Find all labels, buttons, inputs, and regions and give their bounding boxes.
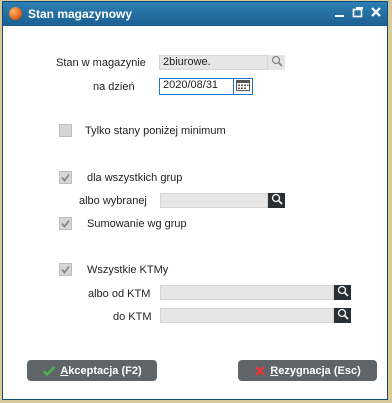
close-icon[interactable] — [369, 6, 383, 20]
minimize-icon[interactable] — [333, 6, 347, 20]
accept-button[interactable]: Akceptacja (F2) — [27, 360, 157, 381]
cancel-label: Rezygnacja (Esc) — [270, 364, 361, 377]
checkmark-icon — [42, 365, 56, 377]
maximize-icon[interactable] — [351, 6, 365, 20]
min-only-checkbox[interactable] — [59, 124, 72, 137]
group-field[interactable] — [160, 193, 268, 208]
search-icon — [271, 193, 283, 208]
stan-field[interactable]: 2biurowe. — [159, 55, 268, 70]
calendar-button[interactable] — [234, 78, 253, 95]
dialog-content: Stan w magazynie 2biurowe. na dzień 2020… — [3, 26, 387, 399]
title-bar: Stan magazynowy — [3, 2, 387, 26]
from-ktm-search-button[interactable] — [334, 285, 351, 300]
close-icon — [254, 365, 266, 377]
date-field[interactable]: 2020/08/31 — [159, 78, 234, 95]
stan-magazynowy-window: Stan magazynowy Stan w magazynie 2biurow… — [2, 1, 388, 400]
checkmark-icon — [61, 265, 70, 274]
to-ktm-search-button[interactable] — [334, 308, 351, 323]
from-ktm-field[interactable] — [160, 285, 334, 300]
all-ktm-checkbox[interactable] — [59, 263, 72, 276]
app-logo-icon — [9, 7, 22, 20]
all-groups-checkbox[interactable] — [59, 171, 72, 184]
min-only-label: Tylko stany poniżej minimum — [85, 125, 226, 137]
checkmark-icon — [61, 219, 70, 228]
group-search-button[interactable] — [268, 193, 285, 208]
date-label: na dzień — [93, 81, 135, 93]
all-groups-label: dla wszystkich grup — [87, 172, 183, 184]
accept-label: Akceptacja (F2) — [60, 364, 142, 377]
to-ktm-field[interactable] — [160, 308, 334, 323]
window-title: Stan magazynowy — [28, 7, 133, 21]
stan-search-button[interactable] — [268, 55, 285, 70]
all-ktm-label: Wszystkie KTMy — [87, 264, 169, 276]
to-ktm-label: do KTM — [113, 311, 152, 323]
calendar-icon — [236, 79, 250, 94]
or-selected-label: albo wybranej — [79, 195, 147, 207]
search-icon — [337, 308, 349, 323]
search-icon — [337, 285, 349, 300]
cancel-button[interactable]: Rezygnacja (Esc) — [238, 360, 377, 381]
checkmark-icon — [61, 173, 70, 182]
search-icon — [271, 55, 283, 70]
sum-groups-checkbox[interactable] — [59, 217, 72, 230]
sum-groups-label: Sumowanie wg grup — [87, 218, 187, 230]
stan-label: Stan w magazynie — [56, 57, 146, 69]
from-ktm-label: albo od KTM — [88, 288, 151, 300]
